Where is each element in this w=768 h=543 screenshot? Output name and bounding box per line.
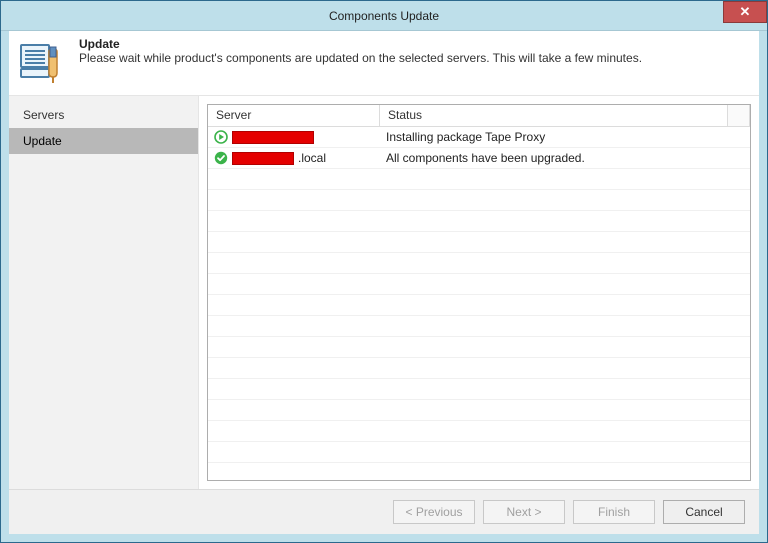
table-row [208,232,750,253]
success-icon [214,151,228,165]
previous-button: < Previous [393,500,475,524]
table-row [208,442,750,463]
header-panel: Update Please wait while product's compo… [9,31,759,96]
table-row [208,358,750,379]
finish-button: Finish [573,500,655,524]
sidebar-item-label: Servers [23,108,64,122]
column-header-server[interactable]: Server [208,105,380,126]
table-row [208,316,750,337]
servers-grid: Server Status [207,104,751,481]
cell-status: Installing package Tape Proxy [380,130,750,144]
running-icon [214,130,228,144]
table-row [208,211,750,232]
titlebar: Components Update ✕ [1,1,767,31]
table-row[interactable]: .local All components have been upgraded… [208,148,750,169]
next-button: Next > [483,500,565,524]
update-icon [19,37,67,85]
table-row [208,253,750,274]
sidebar-item-label: Update [23,134,62,148]
sidebar: Servers Update [9,96,199,489]
button-row: < Previous Next > Finish Cancel [9,489,759,534]
close-button[interactable]: ✕ [723,1,767,23]
cell-server [208,130,380,144]
page-subtitle: Please wait while product's components a… [79,51,642,65]
content-area: Update Please wait while product's compo… [9,31,759,534]
table-row [208,421,750,442]
main-panel: Server Status [199,96,759,489]
header-text: Update Please wait while product's compo… [79,37,642,85]
table-row [208,169,750,190]
grid-body: Installing package Tape Proxy [208,127,750,480]
table-row [208,295,750,316]
table-row [208,337,750,358]
redacted-server-name [232,152,294,165]
sidebar-item-update[interactable]: Update [9,128,198,154]
redacted-server-name [232,131,314,144]
server-name-suffix: .local [298,151,326,165]
body-split: Servers Update Server Status [9,96,759,489]
table-row[interactable]: Installing package Tape Proxy [208,127,750,148]
window-title: Components Update [1,9,767,23]
grid-header: Server Status [208,105,750,127]
close-icon: ✕ [740,4,751,20]
sidebar-item-servers[interactable]: Servers [9,102,198,128]
column-header-spacer [728,105,750,126]
table-row [208,379,750,400]
table-row [208,190,750,211]
cancel-button[interactable]: Cancel [663,500,745,524]
cell-server: .local [208,151,380,165]
column-header-status[interactable]: Status [380,105,728,126]
cell-status: All components have been upgraded. [380,151,750,165]
table-row [208,274,750,295]
table-row [208,400,750,421]
page-title: Update [79,37,642,51]
dialog-window: Components Update ✕ Updat [0,0,768,543]
